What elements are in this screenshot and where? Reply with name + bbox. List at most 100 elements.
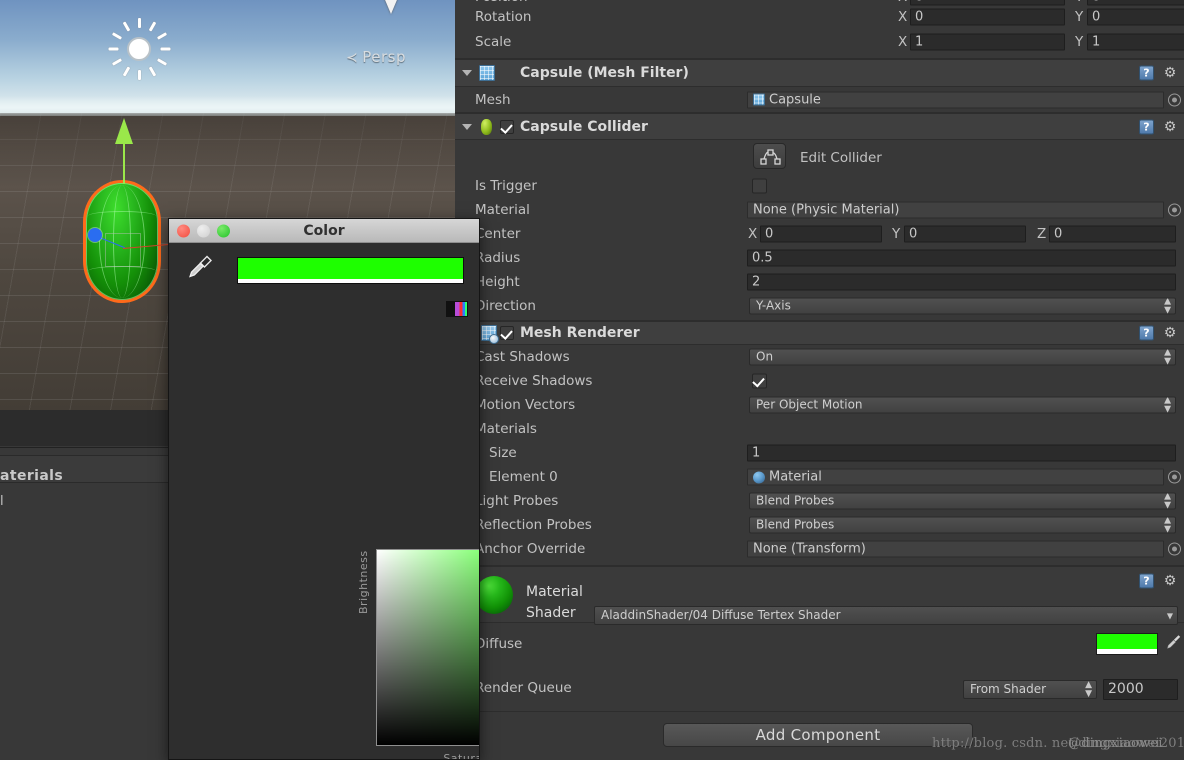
diffuse-color-swatch[interactable] — [1096, 633, 1158, 655]
collider-radius-label: Radius — [475, 250, 521, 266]
color-preview-swatch[interactable] — [237, 257, 464, 284]
component-header-mesh-filter[interactable]: Capsule (Mesh Filter) ? ⚙ — [455, 59, 1184, 87]
light-probes-row[interactable]: Light Probes Blend Probes ▲ ▼ — [455, 489, 1184, 513]
mesh-object-picker-button[interactable] — [1168, 93, 1181, 106]
collider-radius-row[interactable]: Radius 0.5 — [455, 246, 1184, 270]
render-queue-row[interactable]: Render Queue From Shader ▲ ▼ 2000 — [455, 666, 1184, 711]
collider-direction-dropdown[interactable]: Y-Axis ▲ ▼ — [749, 297, 1176, 315]
materials-element0-row[interactable]: Element 0 Material — [455, 465, 1184, 489]
diffuse-eyedropper-icon[interactable] — [1166, 633, 1182, 651]
capsule-collider-enabled-checkbox[interactable] — [500, 119, 514, 134]
collider-material-picker-button[interactable] — [1168, 203, 1181, 217]
saturation-brightness-field[interactable] — [376, 549, 479, 746]
axis-x-label: X — [748, 226, 758, 242]
center-x-field[interactable]: 0 — [760, 225, 882, 243]
mesh-filter-mesh-row[interactable]: Mesh Capsule — [455, 87, 1184, 112]
help-icon[interactable]: ? — [1139, 119, 1154, 134]
materials-size-field[interactable]: 1 — [747, 444, 1176, 462]
projection-mode-label[interactable]: ≺ Persp — [346, 48, 406, 66]
render-queue-mode-dropdown[interactable]: From Shader ▲ ▼ — [963, 680, 1097, 699]
eyedropper-icon — [189, 255, 212, 278]
collider-height-field[interactable]: 2 — [747, 273, 1176, 291]
edit-collider-button[interactable] — [753, 143, 786, 169]
rotation-x-field[interactable]: 0 — [910, 8, 1065, 25]
foldout-arrow-icon[interactable] — [462, 70, 472, 76]
materials-size-row[interactable]: Size 1 — [455, 441, 1184, 465]
gear-icon[interactable]: ⚙ — [1162, 119, 1178, 135]
collider-handle-dot[interactable] — [88, 228, 102, 242]
gizmo-cone-down-icon — [380, 0, 402, 14]
reflection-probes-dropdown[interactable]: Blend Probes ▲ ▼ — [749, 516, 1176, 534]
diffuse-label: Diffuse — [475, 636, 523, 652]
mesh-renderer-enabled-checkbox[interactable] — [500, 326, 514, 340]
collider-height-row[interactable]: Height 2 — [455, 270, 1184, 294]
materials-row[interactable]: Materials — [455, 417, 1184, 441]
move-tool-y-axis-handle[interactable] — [113, 118, 135, 184]
help-icon[interactable]: ? — [1139, 325, 1154, 341]
center-z-field[interactable]: 0 — [1049, 225, 1176, 243]
collider-center-row[interactable]: Center X 0 Y 0 Z 0 — [455, 222, 1184, 246]
component-header-mesh-renderer[interactable]: Mesh Renderer ? ⚙ — [455, 321, 1184, 345]
project-panel[interactable]: aterials l — [0, 410, 168, 760]
transform-scale-row[interactable]: Scale X 1 Y 1 Z 1 — [455, 29, 1184, 54]
scene-capsule-object[interactable] — [83, 180, 233, 303]
element0-picker-button[interactable] — [1168, 470, 1181, 484]
help-icon[interactable]: ? — [1139, 65, 1154, 81]
edit-collider-row[interactable]: Edit Collider — [455, 140, 1184, 174]
render-queue-value-field[interactable]: 2000 — [1103, 679, 1178, 700]
anchor-override-value: None (Transform) — [753, 541, 866, 557]
gear-icon[interactable]: ⚙ — [1162, 325, 1178, 341]
collider-radius-field[interactable]: 0.5 — [747, 249, 1176, 267]
inspector-panel[interactable]: Position X 0 Y 0 Z 0 Rotation X 0 Y 0 Z … — [455, 0, 1184, 760]
saturation-axis-label: Saturation — [443, 752, 479, 760]
gear-icon[interactable]: ⚙ — [1162, 65, 1178, 81]
component-header-material[interactable]: Material Shader AladdinShader/04 Diffuse… — [455, 566, 1184, 625]
add-component-button[interactable]: Add Component — [663, 723, 973, 747]
saturation-brightness-box[interactable] — [376, 549, 479, 746]
sun-ray-icon — [156, 32, 168, 40]
foldout-arrow-icon[interactable] — [462, 123, 472, 130]
gear-icon[interactable]: ⚙ — [1162, 573, 1178, 589]
cast-shadows-row[interactable]: Cast Shadows On ▲ ▼ — [455, 345, 1184, 369]
collider-material-row[interactable]: Material None (Physic Material) — [455, 198, 1184, 222]
eyedropper-button[interactable] — [187, 253, 215, 283]
color-palette-icon[interactable] — [446, 301, 468, 317]
motion-vectors-row[interactable]: Motion Vectors Per Object Motion ▲ ▼ — [455, 393, 1184, 417]
motion-vectors-dropdown[interactable]: Per Object Motion ▲ ▼ — [749, 396, 1176, 414]
chevron-down-icon: ▼ — [1166, 611, 1173, 620]
is-trigger-checkbox[interactable] — [752, 178, 767, 194]
scale-y-field[interactable]: 1 — [1087, 33, 1184, 50]
color-picker-dialog[interactable]: Color Brightness Saturation Hue R — [168, 218, 480, 760]
scene-orientation-gizmo[interactable] — [352, 0, 444, 32]
element0-object-field[interactable]: Material — [747, 468, 1164, 486]
directional-light-gizmo[interactable] — [108, 18, 171, 80]
projection-mode-text: Persp — [362, 48, 406, 66]
color-dialog-title: Color — [303, 222, 345, 239]
scale-x-field[interactable]: 1 — [910, 33, 1065, 50]
capsule-collider-title: Capsule Collider — [520, 118, 648, 135]
mesh-object-field[interactable]: Capsule — [747, 91, 1164, 108]
color-dialog-titlebar[interactable]: Color — [169, 219, 479, 243]
light-probes-dropdown[interactable]: Blend Probes ▲ ▼ — [749, 492, 1176, 510]
diffuse-row[interactable]: Diffuse — [455, 623, 1184, 666]
project-list-item[interactable]: l — [0, 494, 168, 516]
collider-material-object-field[interactable]: None (Physic Material) — [747, 201, 1164, 219]
anchor-override-object-field[interactable]: None (Transform) — [747, 540, 1164, 558]
rotation-y-field[interactable]: 0 — [1087, 8, 1184, 25]
receive-shadows-row[interactable]: Receive Shadows — [455, 369, 1184, 393]
anchor-override-picker-button[interactable] — [1168, 542, 1181, 556]
collider-direction-row[interactable]: Direction Y-Axis ▲ ▼ — [455, 294, 1184, 318]
help-icon[interactable]: ? — [1139, 573, 1154, 589]
center-y-field[interactable]: 0 — [904, 225, 1026, 243]
anchor-override-row[interactable]: Anchor Override None (Transform) — [455, 537, 1184, 561]
chevron-updown-icon: ▲ ▼ — [1085, 680, 1092, 699]
y-axis-shaft — [123, 140, 125, 184]
axis-y-label: Y — [892, 226, 901, 242]
reflection-probes-row[interactable]: Reflection Probes Blend Probes ▲ ▼ — [455, 513, 1184, 537]
transform-rotation-row[interactable]: Rotation X 0 Y 0 Z 0 — [455, 4, 1184, 29]
cast-shadows-dropdown[interactable]: On ▲ ▼ — [749, 348, 1176, 366]
cast-shadows-label: Cast Shadows — [475, 349, 570, 365]
component-header-capsule-collider[interactable]: Capsule Collider ? ⚙ — [455, 113, 1184, 140]
is-trigger-row[interactable]: Is Trigger — [455, 174, 1184, 198]
receive-shadows-checkbox[interactable] — [752, 373, 767, 389]
